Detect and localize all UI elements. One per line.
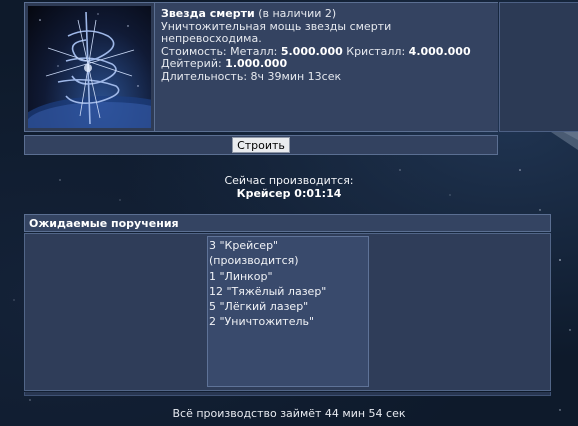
cost-label: Стоимость: xyxy=(161,44,227,58)
duration-value: 8ч 39мин 13сек xyxy=(250,69,342,83)
metal-label: Металл: xyxy=(230,44,278,58)
queue-item[interactable]: 12 "Тяжёлый лазер" xyxy=(209,284,367,299)
ship-info: Звезда смерти (в наличии 2) Уничтожитель… xyxy=(156,3,498,131)
duration-label: Длительность: xyxy=(161,69,248,83)
current-production-label: Сейчас производится: xyxy=(224,174,354,187)
ship-available: (в наличии 2) xyxy=(258,7,337,20)
queue-item[interactable]: 1 "Линкор" xyxy=(209,269,367,284)
crystal-value: 4.000.000 xyxy=(408,44,471,58)
input-column xyxy=(499,2,578,132)
queue-list[interactable]: 3 "Крейсер" (производится) 1 "Линкор" 12… xyxy=(207,236,369,387)
total-production-time: Всё производство займёт 44 мин 54 сек xyxy=(172,407,406,420)
ship-card: Звезда смерти (в наличии 2) Уничтожитель… xyxy=(24,2,498,132)
queue-item[interactable]: 3 "Крейсер" (производится) xyxy=(209,238,367,269)
build-button[interactable]: Строить xyxy=(232,137,290,153)
crystal-label: Кристалл: xyxy=(346,44,406,58)
ship-cost: Стоимость: Металл: 5.000.000 Кристалл: 4… xyxy=(161,44,493,71)
ship-description: Уничтожительная мощь звезды смерти непре… xyxy=(161,19,392,45)
queue-item[interactable]: 5 "Лёгкий лазер" xyxy=(209,299,367,314)
death-star-image[interactable] xyxy=(28,6,151,128)
ship-image-cell xyxy=(25,3,155,131)
ship-duration: Длительность: 8ч 39мин 13сек xyxy=(161,69,493,84)
queue-panel: 3 "Крейсер" (производится) 1 "Линкор" 12… xyxy=(24,233,551,391)
build-bar: Строить xyxy=(24,135,498,155)
ship-title-line: Звезда смерти (в наличии 2) xyxy=(161,7,493,21)
queue-item[interactable]: 2 "Уничтожитель" xyxy=(209,314,367,329)
ship-name[interactable]: Звезда смерти xyxy=(161,7,255,20)
queue-title: Ожидаемые поручения xyxy=(24,214,551,232)
deuterium-label: Дейтерий: xyxy=(161,57,222,70)
queue-footer xyxy=(24,392,551,396)
death-star-icon xyxy=(28,11,151,128)
metal-value: 5.000.000 xyxy=(280,44,343,58)
current-production-item: Крейсер 0:01:14 xyxy=(236,187,342,200)
deuterium-value: 1.000.000 xyxy=(225,57,288,70)
